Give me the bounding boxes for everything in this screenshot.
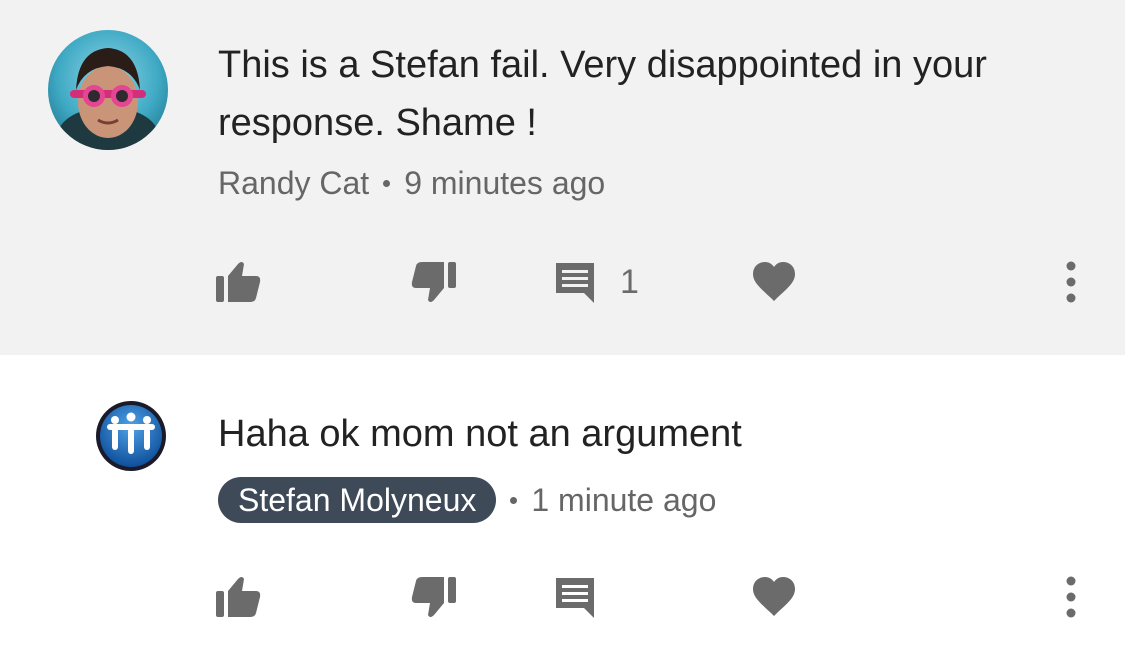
favorite-button[interactable] — [752, 252, 796, 312]
avatar-logo — [96, 401, 166, 471]
favorite-button[interactable] — [752, 567, 796, 627]
more-options-button[interactable] — [1060, 567, 1082, 627]
thumbs-down-icon — [411, 262, 456, 302]
comment-body: This is a Stefan fail. Very disappointed… — [218, 44, 987, 144]
timestamp: 1 minute ago — [531, 481, 717, 518]
comment-body: Haha ok mom not an argument — [218, 413, 742, 455]
thumbs-down-icon — [411, 577, 456, 617]
avatar-photo — [48, 30, 168, 150]
dislike-button[interactable] — [410, 252, 458, 312]
more-options-button[interactable] — [1060, 252, 1082, 312]
comment-card: This is a Stefan fail. Very disappointed… — [0, 0, 1125, 355]
author-name[interactable]: Randy Cat — [218, 165, 369, 202]
like-button[interactable] — [214, 252, 262, 312]
timestamp: 9 minutes ago — [404, 165, 606, 201]
author-badge[interactable]: Stefan Molyneux — [218, 477, 497, 523]
avatar[interactable] — [95, 400, 167, 472]
like-button[interactable] — [214, 567, 262, 627]
reply-count: 1 — [620, 262, 639, 301]
avatar[interactable] — [48, 30, 168, 150]
dislike-button[interactable] — [410, 567, 458, 627]
thumbs-up-icon — [216, 262, 261, 302]
comment-actions — [0, 567, 1125, 627]
thumbs-up-icon — [216, 577, 261, 617]
comment-actions: 1 — [0, 252, 1125, 312]
comment-meta: Randy Cat 9 minutes ago — [218, 165, 605, 202]
separator-dot — [510, 496, 518, 504]
heart-icon — [753, 577, 795, 616]
more-vertical-icon — [1066, 576, 1076, 618]
comment-icon — [556, 263, 594, 303]
comment-meta: Stefan Molyneux 1 minute ago — [218, 477, 716, 523]
reply-button[interactable]: 1 — [552, 252, 639, 312]
heart-icon — [753, 262, 795, 301]
comment-card: Haha ok mom not an argument Stefan Molyn… — [0, 355, 1125, 650]
separator-dot — [383, 180, 391, 187]
comment-icon — [556, 578, 594, 618]
reply-button[interactable] — [552, 567, 598, 627]
more-vertical-icon — [1066, 261, 1076, 303]
